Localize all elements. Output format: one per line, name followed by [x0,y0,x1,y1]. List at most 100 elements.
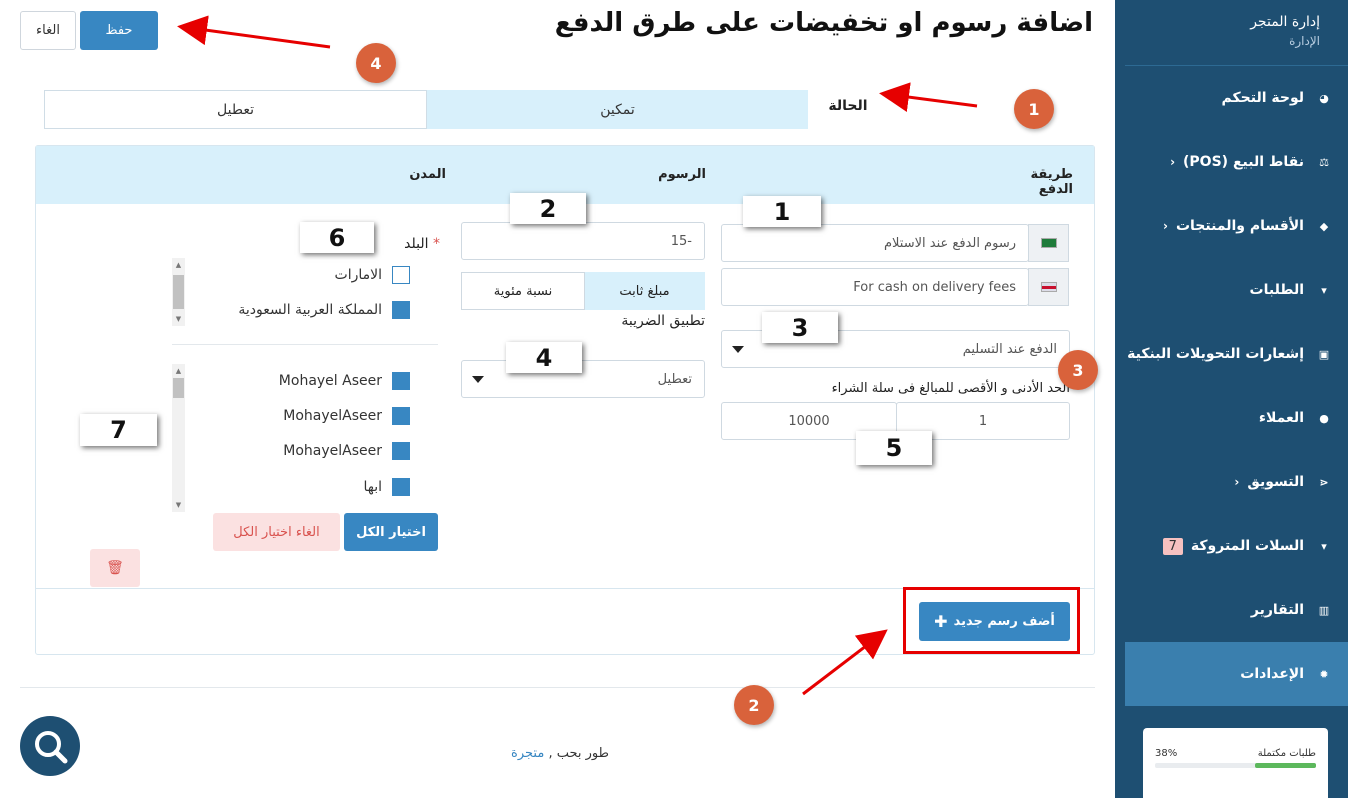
annotation-box-5: 5 [856,431,932,465]
cart-icon: ▾ [1321,283,1327,297]
footer: طور بحب , متجرة [480,746,640,761]
country-label-text: البلد [404,236,429,252]
scroll-thumb[interactable] [173,378,184,398]
sidebar-item-label: الطلبات [1249,282,1304,298]
city-item[interactable]: MohayelAseer [200,442,410,460]
delete-button[interactable]: 🗑 [90,549,140,587]
city-item[interactable]: MohayelAseer [200,407,410,425]
chevron-down-icon [472,376,484,383]
arrow-to-save [177,15,331,49]
footer-brand-link[interactable]: متجرة [511,746,544,761]
list-divider [172,344,438,345]
chevron-left-icon: ‹ [1170,155,1176,169]
fixed-amount-tab[interactable]: مبلغ ثابت [584,272,705,310]
clear-all-button[interactable]: الغاء اختيار الكل [213,513,340,551]
checkbox[interactable] [392,478,410,496]
country-label: * البلد [370,236,440,252]
min-max-label: الحد الأدنى و الأقصى للمبالغ فى سلة الشر… [831,381,1070,396]
annotation-circle-1: 1 [1014,89,1054,129]
payment-method-header: طريقة الدفع [1030,167,1073,197]
completed-orders-progress [1155,763,1316,768]
tax-select[interactable]: تعطيل [461,360,705,398]
money-icon: ▣ [1318,347,1330,361]
country-item[interactable]: الامارات [200,266,410,284]
checkbox[interactable] [392,372,410,390]
city-name: Mohayel Aseer [278,373,382,389]
disable-option[interactable]: تعطيل [44,90,427,129]
tax-value: تعطيل [657,371,692,387]
store-header: إدارة المتجر الإدارة [1125,0,1348,66]
sidebar-item-label: الأقسام والمنتجات [1175,218,1304,234]
city-item[interactable]: ابها [200,478,410,496]
search-fab-button[interactable] [20,716,80,776]
save-button[interactable]: حفظ [80,11,158,50]
count-badge: 7 [1162,537,1183,555]
percentage-tab[interactable]: نسبة مئوية [461,272,585,310]
annotation-box-1: 1 [743,196,821,227]
sidebar-item-reports[interactable]: ▥ التقارير [1125,578,1348,642]
country-name: المملكة العربية السعودية [238,302,382,318]
sidebar-item-pos[interactable]: ⚖ نقاط البيع (POS) ‹ [1125,130,1348,194]
tax-label: تطبيق الضريبة [621,313,705,329]
fees-header: الرسوم [658,167,706,182]
completed-orders-percent: 38% [1155,748,1178,759]
scroll-down-icon[interactable]: ▼ [172,314,185,324]
sidebar-item-label: الإعدادات [1240,666,1304,682]
sidebar-item-label: لوحة التحكم [1221,90,1304,106]
store-subtitle: الإدارة [1289,34,1320,48]
gear-icon: ✹ [1319,667,1329,681]
select-all-button[interactable]: اختيار الكل [344,513,438,551]
sidebar-item-marketing[interactable]: ⋖ التسويق ‹ [1125,450,1348,514]
fee-value-input[interactable]: -15 [461,222,705,260]
chevron-down-icon [732,346,744,353]
annotation-circle-3: 3 [1058,350,1098,390]
chevron-left-icon: ‹ [1234,475,1240,489]
annotation-box-3: 3 [762,312,838,343]
highlight-box [903,587,1080,654]
search-icon [35,731,68,764]
store-title: إدارة المتجر [1250,14,1320,30]
checkbox[interactable] [392,266,410,284]
cancel-button[interactable]: الغاء [20,11,76,50]
sidebar-item-abandoned-carts[interactable]: ▾ السلات المتروكة 7 [1125,514,1348,578]
scroll-thumb[interactable] [173,275,184,309]
progress-fill [1254,763,1316,768]
enable-option[interactable]: تمكين [427,90,808,129]
sidebar-item-settings[interactable]: ✹ الإعدادات [1125,642,1348,706]
completed-orders-card: طلبات مكتملة 38% [1143,728,1328,798]
footer-text: طور بحب , [548,746,609,761]
country-name: الامارات [334,267,382,283]
status-toggle: تعطيل تمكين [44,90,808,129]
dashboard-icon: ◕ [1319,91,1329,105]
checkbox[interactable] [392,407,410,425]
user-icon: ● [1319,411,1329,425]
fee-name-en-input[interactable]: For cash on delivery fees [721,268,1029,306]
sidebar-item-label: إشعارات التحويلات البنكية [1127,346,1304,362]
scroll-up-icon[interactable]: ▲ [172,260,185,270]
sidebar-item-label: نقاط البيع (POS) [1183,154,1304,170]
sidebar-item-customers[interactable]: ● العملاء [1125,386,1348,450]
scroll-down-icon[interactable]: ▼ [172,500,185,510]
sidebar-item-orders[interactable]: ▾ الطلبات [1125,258,1348,322]
sidebar-item-label: العملاء [1258,410,1304,426]
tag-icon: ◆ [1319,219,1329,233]
fee-name-ar-input[interactable]: رسوم الدفع عند الاستلام [721,224,1029,262]
checkbox[interactable] [392,301,410,319]
sidebar-item-bank-notifications[interactable]: ▣ إشعارات التحويلات البنكية [1125,322,1348,386]
sidebar-item-categories[interactable]: ◆ الأقسام والمنتجات ‹ [1125,194,1348,258]
status-label: الحالة [828,98,868,114]
city-item[interactable]: Mohayel Aseer [200,372,410,390]
flag-sa-icon [1028,224,1069,262]
share-icon: ⋖ [1319,475,1329,489]
cities-scrollbar[interactable]: ▲ ▼ [172,364,185,512]
annotation-circle-2: 2 [734,685,774,725]
sidebar-item-label: التسويق [1247,474,1304,490]
checkbox[interactable] [392,442,410,460]
annotation-box-4: 4 [506,342,582,373]
annotation-box-6: 6 [300,222,374,253]
country-item[interactable]: المملكة العربية السعودية [200,301,410,319]
scroll-up-icon[interactable]: ▲ [172,366,185,376]
chevron-left-icon: ‹ [1163,219,1168,233]
countries-scrollbar[interactable]: ▲ ▼ [172,258,185,326]
sidebar-item-dashboard[interactable]: ◕ لوحة التحكم [1125,66,1348,130]
